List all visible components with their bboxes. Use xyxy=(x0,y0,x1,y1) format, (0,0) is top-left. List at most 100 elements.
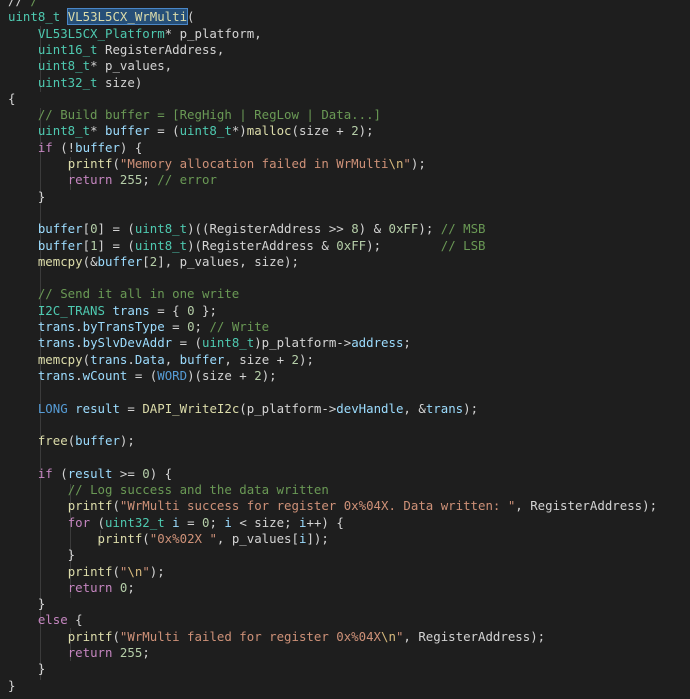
code-token: )p_platform-> xyxy=(254,335,352,351)
code-line[interactable]: trans.byTransType = 0; // Write xyxy=(8,319,269,335)
code-token: printf xyxy=(67,628,113,644)
code-token: 0xFF xyxy=(336,237,367,253)
code-token: ; xyxy=(142,172,158,188)
code-line[interactable]: printf("\n"); xyxy=(8,564,165,580)
code-line[interactable]: if (!buffer) { xyxy=(8,140,142,156)
code-token: }; xyxy=(194,302,217,318)
code-line[interactable]: I2C_TRANS trans = { 0 }; xyxy=(8,303,217,319)
code-line[interactable]: VL53L5CX_Platform* p_platform, xyxy=(8,26,262,42)
code-token: " xyxy=(142,563,150,579)
code-line[interactable]: else { xyxy=(8,612,83,628)
code-line[interactable]: } xyxy=(8,547,75,563)
code-line[interactable]: uint8_t* buffer = (uint8_t*)malloc(size … xyxy=(8,123,374,139)
code-line[interactable]: free(buffer); xyxy=(8,433,135,449)
code-token: . xyxy=(127,351,135,367)
code-line[interactable]: buffer[1] = (uint8_t)(RegisterAddress & … xyxy=(8,238,486,254)
code-token: printf xyxy=(97,530,143,546)
code-line[interactable]: } xyxy=(8,678,15,694)
code-line[interactable]: uint32_t size) xyxy=(8,75,142,91)
code-token: // Write xyxy=(209,319,270,334)
code-token: * p_values, xyxy=(90,58,173,74)
code-line[interactable]: // Log success and the data written xyxy=(8,482,329,498)
code-token: (size + xyxy=(291,123,352,139)
code-token: ( xyxy=(52,465,68,481)
code-editor[interactable]: // / uint8_t VL53L5CX_WrMulti( VL53L5CX_P… xyxy=(0,0,690,699)
code-line[interactable]: return 255; // error xyxy=(8,172,217,188)
code-token: . xyxy=(75,367,83,383)
code-line[interactable]: } xyxy=(8,596,45,612)
code-token: return xyxy=(67,172,113,188)
code-line[interactable]: trans.wCount = (WORD)(size + 2); xyxy=(8,368,277,384)
code-line[interactable]: uint16_t RegisterAddress, xyxy=(8,41,225,58)
code-line[interactable]: return 0; xyxy=(8,580,135,596)
code-line[interactable]: buffer[0] = (uint8_t)((RegisterAddress >… xyxy=(8,221,486,237)
code-token: I2C_TRANS xyxy=(37,302,105,318)
code-line[interactable]: memcpy(&buffer[2], p_values, size); xyxy=(8,254,299,270)
code-line[interactable]: } xyxy=(8,189,45,205)
code-token: 255 xyxy=(119,172,143,188)
code-token: ; xyxy=(142,645,150,660)
code-line[interactable]: printf("0x%02X ", p_values[i]); xyxy=(8,531,329,547)
code-token: ; xyxy=(209,514,225,530)
code-line[interactable]: uint8_t VL53L5CX_WrMulti( xyxy=(8,8,195,26)
code-token: "0x%02X " xyxy=(149,530,217,546)
code-token: return xyxy=(67,579,113,595)
code-token: ], p_values, size); xyxy=(157,253,299,269)
code-token: size) xyxy=(97,74,143,90)
code-token: uint16_t xyxy=(37,41,98,57)
code-line[interactable]: printf("WrMulti success for register 0x%… xyxy=(8,498,657,514)
code-line[interactable]: printf("Memory allocation failed in WrMu… xyxy=(8,156,426,172)
code-token: wCount xyxy=(82,367,128,383)
code-token: DAPI_WriteI2c xyxy=(142,400,240,416)
code-token: 0 xyxy=(187,319,195,334)
code-token: WORD xyxy=(157,367,188,383)
code-token: trans xyxy=(112,302,150,318)
code-line[interactable]: if (result >= 0) { xyxy=(8,466,172,482)
code-token: \n xyxy=(127,563,143,579)
code-token: , RegisterAddress); xyxy=(403,628,546,644)
code-line[interactable]: printf("WrMulti failed for register 0x%0… xyxy=(8,629,545,645)
code-token: 0 xyxy=(187,302,195,318)
code-line[interactable]: // Build buffer = [RegHigh | RegLow | Da… xyxy=(8,107,381,123)
code-token: if xyxy=(37,139,53,155)
code-line[interactable]: // Send it all in one write xyxy=(8,286,239,302)
selected-identifier: VL53L5CX_WrMulti xyxy=(66,8,189,26)
code-line[interactable]: return 255; xyxy=(8,645,150,661)
code-line[interactable]: trans.bySlvDevAddr = (uint8_t)p_platform… xyxy=(8,335,411,351)
code-line[interactable]: for (uint32_t i = 0; i < size; i++) { xyxy=(8,515,344,531)
code-token: // Send it all in one write xyxy=(37,286,240,302)
code-line[interactable]: { xyxy=(8,91,15,107)
code-token: = xyxy=(179,514,203,530)
code-token: { xyxy=(67,612,83,628)
code-line[interactable]: LONG result = DAPI_WriteI2c(p_platform->… xyxy=(8,401,478,417)
code-token: 0 xyxy=(90,221,98,237)
code-line[interactable]: uint8_t* p_values, xyxy=(8,58,172,74)
code-line[interactable]: } xyxy=(8,661,45,677)
code-line[interactable]: memcpy(trans.Data, buffer, size + 2); xyxy=(8,352,314,368)
code-token: // Log success and the data written xyxy=(67,482,329,497)
code-token: buffer xyxy=(37,237,83,253)
code-token: trans xyxy=(90,351,128,367)
code-token: 1 xyxy=(90,237,98,253)
code-line[interactable]: // / xyxy=(8,0,38,9)
code-token: // MSB xyxy=(440,221,486,237)
code-token: = ( xyxy=(172,335,202,351)
code-token: ); xyxy=(463,400,479,416)
code-token: else xyxy=(37,612,68,628)
code-token: \n xyxy=(388,156,404,171)
code-token: bySlvDevAddr xyxy=(82,335,173,351)
